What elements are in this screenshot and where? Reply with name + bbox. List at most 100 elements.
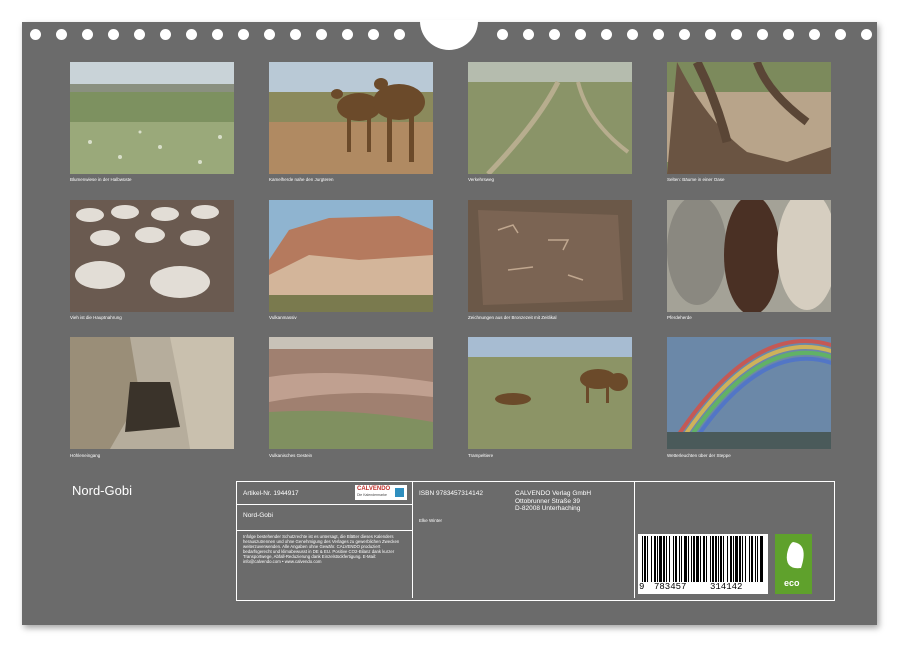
calvendo-logo: CALVENDO Die Kalendermarke (355, 485, 407, 500)
barcode-bar (666, 536, 667, 582)
calendar-title: Nord-Gobi (72, 483, 132, 498)
binding-hole (757, 29, 768, 40)
binding-hole (523, 29, 534, 40)
barcode-bar (757, 536, 758, 582)
photo-caption: Trampeltiere (468, 453, 494, 458)
photo-caption: Vulkanmassiv (269, 315, 297, 320)
barcode-bar (727, 536, 728, 582)
divider (634, 482, 635, 598)
photo-caption: Verkehrsweg (468, 177, 495, 182)
binding-hole (134, 29, 145, 40)
binding-hole (731, 29, 742, 40)
barcode-bar (745, 536, 746, 582)
isbn: ISBN 9783457314142 (419, 490, 483, 497)
binding-hole (368, 29, 379, 40)
barcode-bar (712, 536, 714, 582)
barcode-bar (651, 536, 652, 582)
photo-camels-steppe (468, 337, 632, 449)
binding-hole (627, 29, 638, 40)
binding-hole (653, 29, 664, 40)
barcode-bar (710, 536, 711, 582)
binding-hole (342, 29, 353, 40)
barcode-bar (688, 536, 689, 582)
article-number: Artikel-Nr. 1944917 (243, 490, 299, 497)
barcode-bar (720, 536, 722, 582)
photo-caption: Pferdeherde (667, 315, 692, 320)
barcode-bar (654, 536, 656, 582)
binding-hole (497, 29, 508, 40)
photo-volcanic-massif (269, 200, 433, 312)
binding-hole (861, 29, 872, 40)
info-box: Artikel-Nr. 1944917 CALVENDO Die Kalende… (236, 481, 835, 601)
photo-oasis-trees (667, 62, 831, 174)
barcode-bar (735, 536, 738, 582)
photo-rainbow (667, 337, 831, 449)
binding-hole (601, 29, 612, 40)
barcode-bar (742, 536, 743, 582)
photo-caption: Höhleneingang (70, 453, 101, 458)
leaf-icon (786, 542, 804, 569)
binding-hole (108, 29, 119, 40)
barcode-bar (715, 536, 717, 582)
binding-hole (290, 29, 301, 40)
photo-caption: Kamelherde nahe den Jurgteren (269, 177, 334, 182)
barcode-bar (733, 536, 734, 582)
barcode-bar (749, 536, 750, 582)
binding-hole (82, 29, 93, 40)
binding-hole (160, 29, 171, 40)
eco-badge: eco (775, 534, 812, 594)
photo-track (468, 62, 632, 174)
barcode-bar (706, 536, 707, 582)
barcode-bar (673, 536, 674, 582)
photo-horses (667, 200, 831, 312)
barcode-bar (718, 536, 719, 582)
barcode-bar (755, 536, 756, 582)
photo-caption: Zeichnungen aus der Bronzezeit mit Zeitl… (468, 315, 557, 320)
barcode-bar (693, 536, 695, 582)
photo-caption: Blumenwiese in der Halbwüste (70, 177, 132, 182)
calendar-name: Nord-Gobi (243, 512, 273, 519)
photo-caption: Vieh ist die Hauptnahrung (70, 315, 122, 320)
publisher-line-2: Ottobrunner Straße 39 (515, 497, 581, 505)
binding-hole (186, 29, 197, 40)
binding-hole (679, 29, 690, 40)
binding-hole (264, 29, 275, 40)
barcode-bar (663, 536, 665, 582)
barcode-bar (760, 536, 763, 582)
barcode-bar (751, 536, 753, 582)
barcode-bar (657, 536, 658, 582)
binding-hole (56, 29, 67, 40)
binding-hole (212, 29, 223, 40)
publisher-line-1: CALVENDO Verlag GmbH (515, 490, 592, 497)
barcode-bar (642, 536, 643, 582)
photo-volcanic-rock (269, 337, 433, 449)
barcode-bar (669, 536, 670, 582)
photo-caption: Wetterleuchten über der Steppe (667, 453, 731, 458)
binding-hole (783, 29, 794, 40)
photo-caption: Vulkanisches Gestein (269, 453, 313, 458)
binding-hole (835, 29, 846, 40)
binding-hole (575, 29, 586, 40)
publisher-line-3: D-82008 Unterhaching (515, 505, 581, 512)
barcode-bar (696, 536, 699, 582)
barcode-bar (679, 536, 680, 582)
calendar-back-cover: Blumenwiese in der Halbwüste Kamelherde … (22, 20, 877, 625)
photo-caption: Selten: Bäume in einer Oase (667, 177, 725, 182)
photo-camels-herd (269, 62, 433, 174)
divider (237, 504, 412, 505)
photo-cave-entrance (70, 337, 234, 449)
barcode-bar (691, 536, 692, 582)
barcode-bar (739, 536, 741, 582)
barcode-bar (703, 536, 705, 582)
binding-hole (394, 29, 405, 40)
barcode: 9 783457 314142 (638, 534, 768, 594)
binding-hole (705, 29, 716, 40)
divider (237, 530, 412, 531)
barcode-bar (647, 536, 648, 582)
binding-hole (238, 29, 249, 40)
photo-goats (70, 200, 234, 312)
binding-hole (809, 29, 820, 40)
barcode-bar (684, 536, 687, 582)
barcode-bar (675, 536, 677, 582)
barcode-bar (681, 536, 682, 582)
